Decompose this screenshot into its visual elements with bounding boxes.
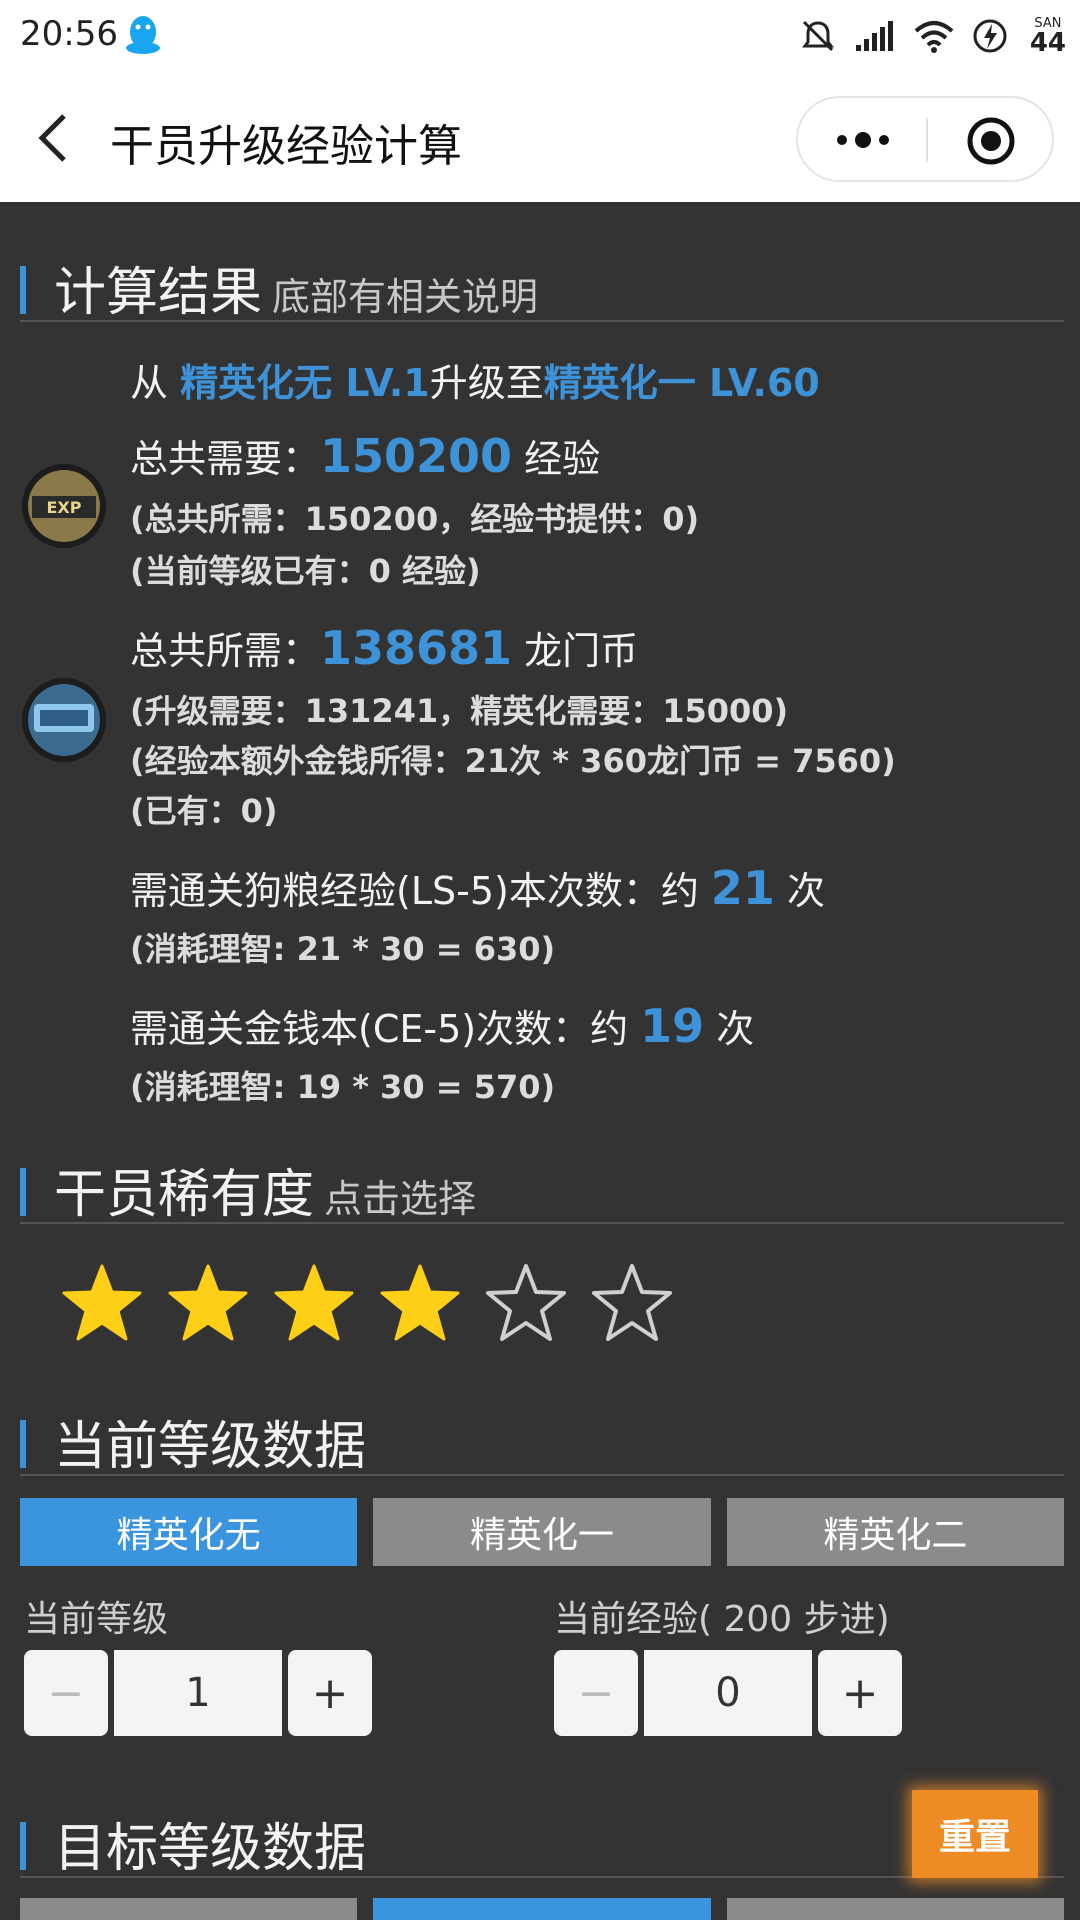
star-empty-icon[interactable] [484,1262,568,1346]
tab-elite-one[interactable]: 精英化一 [373,1498,711,1566]
battery-readout: SAN 44 [1030,17,1066,56]
page-title: 干员升级经验计算 [110,121,462,172]
tab-elite-two[interactable]: 精英化二 [726,1498,1064,1566]
ce5-label: 需通关金钱本(CE-5)次数：约 [130,1007,641,1051]
current-exp-label: 当前经验( 200 步进) [554,1599,890,1640]
result-section-header: 计算结果 底部有相关说明 [20,242,1064,325]
reset-button[interactable]: 重置 [912,1790,1038,1878]
total-coin-unit: 龙门币 [512,629,639,673]
star-filled-icon[interactable] [378,1262,462,1346]
total-coin-label: 总共所需： [130,629,321,673]
ce5-sanity: (消耗理智: 19 * 30 = 570) [130,1068,556,1106]
ce5-unit: 次 [704,1007,755,1051]
result-heading: 计算结果 底部有相关说明 [54,250,538,325]
level-decrease-button[interactable]: − [24,1650,108,1736]
star-filled-icon[interactable] [272,1262,356,1346]
battery-icon [973,19,1007,53]
exp-decrease-button[interactable]: − [554,1650,638,1736]
from-prefix: 从 [130,361,181,405]
exp-detail-1: (总共所需：150200，经验书提供：0) [130,500,700,538]
total-coin-value: 138681 [320,621,513,675]
close-target-icon[interactable] [966,116,1016,166]
ls5-sanity: (消耗理智: 21 * 30 = 630) [130,930,556,968]
svg-text:EXP: EXP [47,498,82,517]
battery-value: 44 [1029,27,1066,58]
ce5-runs-line: 需通关金钱本(CE-5)次数：约 19 次 [130,998,754,1053]
rarity-stars [60,1262,674,1346]
star-filled-icon[interactable] [60,1262,144,1346]
total-exp-value: 150200 [320,429,513,483]
rarity-subheading: 点击选择 [324,1177,477,1221]
capsule-divider [926,118,928,162]
target-heading: 目标等级数据 [54,1819,367,1879]
ls5-runs-line: 需通关狗粮经验(LS-5)本次数：约 21 次 [130,860,825,915]
result-subheading: 底部有相关说明 [272,275,539,319]
section-accent-bar [20,266,26,314]
exp-detail-2: (当前等级已有：0 经验) [130,552,481,590]
target-tab-elite-one[interactable] [373,1898,711,1920]
tab-elite-none[interactable]: 精英化无 [20,1498,358,1566]
target-tab-elite-none[interactable] [20,1898,358,1920]
total-coin-line: 总共所需：138681 龙门币 [130,620,638,675]
current-heading: 当前等级数据 [54,1417,367,1477]
star-filled-icon[interactable] [166,1262,250,1346]
current-level-label: 当前等级 [24,1599,169,1640]
rarity-heading: 干员稀有度 点击选择 [54,1152,476,1227]
ls5-label: 需通关狗粮经验(LS-5)本次数：约 [130,869,711,913]
signal-icon [855,21,893,51]
target-elite-tabs [20,1898,1064,1920]
current-section-header: 当前等级数据 [20,1396,1064,1477]
result-heading-text: 计算结果 [54,263,263,323]
exp-card-icon: EXP [22,464,106,548]
upgrade-summary: 从 精英化无 LV.1升级至精英化一 LV.60 [130,352,820,407]
more-dots-icon[interactable] [834,122,892,158]
ls5-value: 21 [710,861,775,915]
status-bar: 20:56 SAN 44 [0,0,1080,72]
star-empty-icon[interactable] [590,1262,674,1346]
upgrade-to-text: 升级至 [429,361,544,405]
exp-increase-button[interactable]: + [818,1650,902,1736]
level-increase-button[interactable]: + [288,1650,372,1736]
mini-program-capsule [796,96,1054,182]
status-icons: SAN 44 [800,12,1066,60]
total-exp-line: 总共需要：150200 经验 [130,428,600,483]
section-accent-bar [20,1822,26,1870]
current-elite-tabs: 精英化无 精英化一 精英化二 [20,1498,1064,1566]
section-accent-bar [20,1420,26,1468]
rarity-section-header: 干员稀有度 点击选择 [20,1144,1064,1227]
target-section-header: 目标等级数据 [20,1798,1064,1879]
wifi-icon [914,21,954,53]
target-tab-elite-two[interactable] [726,1898,1064,1920]
lmd-coin-icon [22,678,106,762]
ls5-unit: 次 [774,869,826,913]
current-exp-stepper: − 0 + [554,1650,902,1736]
total-exp-label: 总共需要： [130,437,321,481]
total-exp-unit: 经验 [512,437,601,481]
coin-detail-3: (已有：0) [130,792,278,830]
current-level-stepper: − 1 + [24,1650,372,1736]
coin-detail-2: (经验本额外金钱所得：21次 * 360龙门币 = 7560) [130,742,896,780]
section-accent-bar [20,1168,26,1216]
from-level: 精英化无 LV.1 [180,361,430,405]
rarity-heading-text: 干员稀有度 [54,1165,315,1225]
ce5-value: 19 [640,999,705,1053]
current-level-input[interactable]: 1 [114,1650,282,1736]
coin-detail-1: (升级需要：131241，精英化需要：15000) [130,692,789,730]
qq-penguin-icon [126,16,160,54]
status-time: 20:56 [20,14,118,54]
to-level: 精英化一 LV.60 [543,361,820,405]
back-arrow-icon[interactable] [30,110,80,166]
nav-bar: 干员升级经验计算 [0,72,1080,202]
mute-bell-icon [801,20,834,52]
current-exp-input[interactable]: 0 [644,1650,812,1736]
